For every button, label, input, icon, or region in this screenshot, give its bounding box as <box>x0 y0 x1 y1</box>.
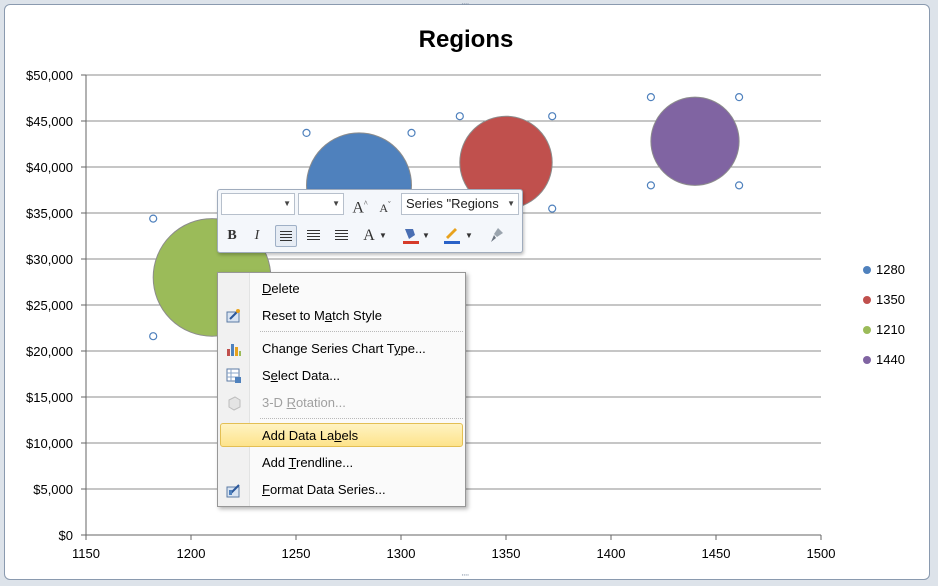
chart-type-icon <box>227 344 241 356</box>
y-tick-label: $15,000 <box>26 390 73 405</box>
align-right-icon[interactable] <box>331 225 353 247</box>
x-tick-label: 1200 <box>177 546 206 561</box>
y-tick-label: $50,000 <box>26 68 73 83</box>
rotation-3d-icon <box>228 396 241 411</box>
line-color-icon[interactable] <box>440 225 462 247</box>
x-tick-label: 1400 <box>597 546 626 561</box>
menu-item-add-trendline[interactable]: Add Trendline... <box>220 451 463 475</box>
selection-handle[interactable] <box>646 93 656 102</box>
y-tick-label: $35,000 <box>26 206 73 221</box>
menu-separator <box>260 418 463 419</box>
x-tick-label: 1300 <box>387 546 416 561</box>
select-data-icon <box>226 368 241 383</box>
menu-item-add-data-labels[interactable]: Add Data Labels <box>220 423 463 447</box>
selection-handle[interactable] <box>407 128 416 137</box>
menu-item-3d-rotation[interactable]: 3-D Rotation... <box>220 391 463 415</box>
y-tick-label: $25,000 <box>26 298 73 313</box>
context-menu: Delete Reset to Match Style Change Serie… <box>217 272 466 507</box>
selection-handle[interactable] <box>149 332 158 341</box>
x-tick-label: 1350 <box>492 546 521 561</box>
x-tick-label: 1450 <box>702 546 731 561</box>
legend-marker <box>863 266 871 274</box>
shrink-font-icon[interactable]: Aˇ <box>374 194 396 216</box>
selection-handle[interactable] <box>548 112 557 121</box>
y-tick-label: $40,000 <box>26 160 73 175</box>
series-selector-value: Series "Regions <box>406 196 499 211</box>
menu-item-select-data[interactable]: Select Data... <box>220 364 463 388</box>
bubble-chart: Regions $0 $5,000 $10,000 $15,000 $20,000 $25… <box>26 26 836 561</box>
series-selector-combo[interactable]: Series "Regions ▼ <box>401 193 519 215</box>
menu-item-change-chart-type[interactable]: Change Series Chart Type... <box>220 337 463 361</box>
italic-icon[interactable]: I <box>246 225 268 247</box>
menu-item-label: Add Data Labels <box>262 428 359 443</box>
mini-toolbar: ▼ ▼ A^ Aˇ Series "Regions ▼ B I A ▼ ▼ ▼ <box>217 189 523 253</box>
y-tick-label: $10,000 <box>26 436 73 451</box>
legend-label: 1210 <box>876 322 905 337</box>
legend-label: 1280 <box>876 262 905 277</box>
align-center-icon[interactable] <box>303 225 325 247</box>
format-series-icon <box>226 484 240 498</box>
grow-font-icon[interactable]: A^ <box>349 193 371 216</box>
line-color-dropdown-icon[interactable]: ▼ <box>464 225 474 247</box>
legend-label: 1350 <box>876 292 905 307</box>
bold-icon[interactable]: B <box>221 225 243 247</box>
font-color-dropdown-icon[interactable]: ▼ <box>378 225 388 247</box>
selection-handle[interactable] <box>455 112 464 121</box>
selection-handle[interactable] <box>149 214 158 223</box>
format-painter-icon[interactable] <box>486 225 508 247</box>
menu-item-label: Reset to Match Style <box>262 308 382 323</box>
y-tick-label: $0 <box>59 528 73 543</box>
menu-item-reset-style[interactable]: Reset to Match Style <box>220 304 463 328</box>
selection-handle[interactable] <box>734 93 744 102</box>
x-tick-label: 1500 <box>807 546 836 561</box>
menu-item-label: Select Data... <box>262 368 341 383</box>
chart-title[interactable]: Regions <box>419 26 514 53</box>
menu-item-label: Format Data Series... <box>262 482 386 497</box>
menu-item-format-data-series[interactable]: Format Data Series... <box>220 478 463 502</box>
menu-item-delete[interactable]: Delete <box>220 277 463 301</box>
x-tick-label: 1150 <box>72 546 100 561</box>
x-tick-label: 1250 <box>282 546 311 561</box>
y-tick-label: $5,000 <box>33 482 73 497</box>
bubble-1440[interactable] <box>650 96 740 186</box>
selection-handle[interactable] <box>646 181 656 190</box>
menu-item-label: Delete <box>262 281 300 296</box>
reset-style-icon <box>226 309 240 323</box>
y-tick-label: $45,000 <box>26 114 73 129</box>
legend-marker <box>863 326 871 334</box>
fill-color-dropdown-icon[interactable]: ▼ <box>421 225 431 247</box>
legend-marker <box>863 356 871 364</box>
font-name-combo[interactable]: ▼ <box>221 193 295 215</box>
font-color-icon[interactable]: A <box>358 225 380 247</box>
legend-marker <box>863 296 871 304</box>
menu-item-label: 3-D Rotation... <box>262 395 346 410</box>
legend-label: 1440 <box>876 352 905 367</box>
y-tick-label: $30,000 <box>26 252 73 267</box>
menu-item-label: Change Series Chart Type... <box>262 341 426 356</box>
fill-color-icon[interactable] <box>399 225 421 247</box>
menu-separator <box>260 331 463 332</box>
menu-item-label: Add Trendline... <box>262 455 354 470</box>
align-left-icon[interactable] <box>275 225 297 247</box>
selection-handle[interactable] <box>302 128 311 137</box>
y-tick-label: $20,000 <box>26 344 73 359</box>
selection-handle[interactable] <box>734 181 744 190</box>
font-size-combo[interactable]: ▼ <box>298 193 344 215</box>
selection-handle[interactable] <box>548 204 557 213</box>
